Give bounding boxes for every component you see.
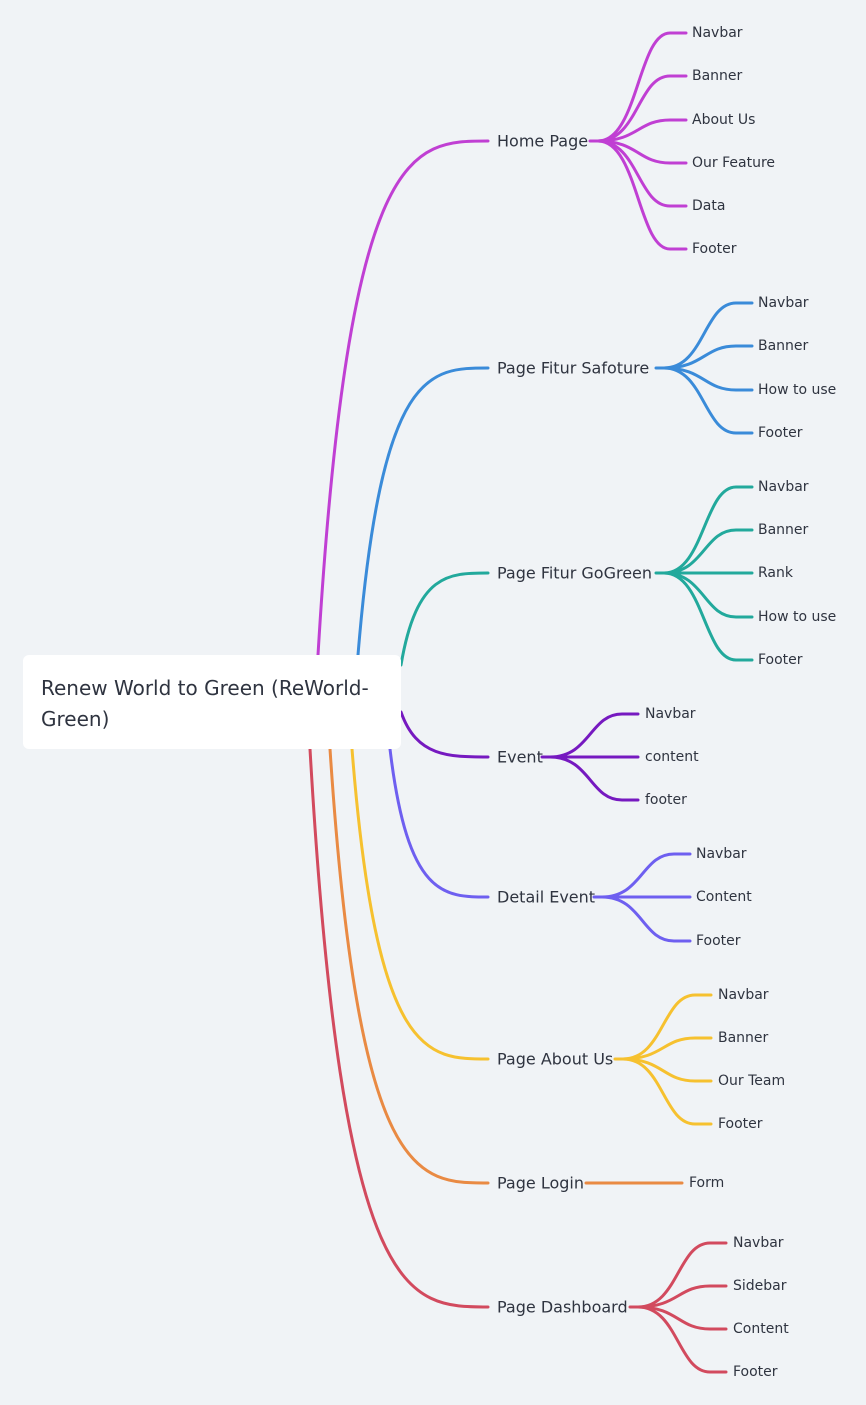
leaf-connector [621, 993, 713, 1061]
leaf-node-label[interactable]: Content [733, 1321, 789, 1337]
leaf-connector [621, 1057, 713, 1126]
leaf-connector [548, 712, 640, 759]
leaf-node-label[interactable]: Footer [696, 933, 741, 949]
leaf-connector [596, 74, 688, 143]
leaf-node-label[interactable]: Navbar [696, 846, 747, 862]
leaf-node-label[interactable]: Navbar [733, 1235, 784, 1251]
leaf-node-label[interactable]: Navbar [645, 706, 696, 722]
branch-connector [388, 747, 490, 899]
branch-node-label[interactable]: Page Fitur GoGreen [497, 564, 652, 583]
leaf-node-label[interactable]: Our Team [718, 1073, 785, 1089]
leaf-connector [548, 755, 640, 802]
leaf-node-label[interactable]: Our Feature [692, 155, 775, 171]
leaf-node-label[interactable]: Footer [758, 425, 803, 441]
leaf-connector [636, 1305, 728, 1374]
leaf-node-label[interactable]: Navbar [718, 987, 769, 1003]
leaf-connector [600, 895, 692, 943]
leaf-connector [596, 139, 688, 208]
leaf-connector [662, 528, 754, 575]
leaf-connector [600, 852, 692, 899]
leaf-node-label[interactable]: Banner [758, 338, 809, 354]
branch-node-label[interactable]: Detail Event [497, 888, 595, 907]
branch-node-label[interactable]: Page Dashboard [497, 1298, 628, 1317]
leaf-node-label[interactable]: Data [692, 198, 725, 214]
node-labels: Home Page Navbar Banner About Us Our Feature… [497, 25, 836, 1380]
leaf-node-label[interactable]: footer [645, 792, 687, 808]
root-node[interactable]: Renew World to Green (ReWorld-Green) [23, 655, 401, 749]
leaf-node-label[interactable]: Form [689, 1175, 724, 1191]
branch-connector [328, 747, 490, 1185]
leaf-node-label[interactable]: Sidebar [733, 1278, 787, 1294]
leaf-node-label[interactable]: Footer [733, 1364, 778, 1380]
leaf-node-label[interactable]: Navbar [758, 479, 809, 495]
branch-connector [399, 571, 490, 667]
leaf-connector [636, 1241, 728, 1309]
leaf-node-label[interactable]: Footer [718, 1116, 763, 1132]
leaf-connector [596, 139, 688, 251]
branch-node-label[interactable]: Event [497, 748, 543, 767]
branch-node-label[interactable]: Page Login [497, 1174, 584, 1193]
leaf-node-label[interactable]: Rank [758, 565, 794, 581]
branch-node-label[interactable]: Home Page [497, 132, 588, 151]
leaf-connector [662, 301, 754, 370]
leaf-node-label[interactable]: Content [696, 889, 752, 905]
leaf-connector [662, 366, 754, 435]
leaf-node-label[interactable]: Banner [718, 1030, 769, 1046]
leaf-node-label[interactable]: Navbar [758, 295, 809, 311]
leaf-node-label[interactable]: content [645, 749, 699, 765]
leaf-node-label[interactable]: How to use [758, 609, 836, 625]
leaf-connector [596, 31, 688, 143]
leaf-node-label[interactable]: Footer [692, 241, 737, 257]
branch-node-label[interactable]: Page About Us [497, 1050, 613, 1069]
leaf-node-label[interactable]: Navbar [692, 25, 743, 41]
leaf-node-label[interactable]: Banner [758, 522, 809, 538]
branch-connector [356, 366, 490, 657]
leaf-connector [662, 571, 754, 619]
branch-node-label[interactable]: Page Fitur Safoture [497, 359, 649, 378]
branch-connector [399, 710, 490, 759]
branch-connector [316, 139, 490, 657]
leaf-node-label[interactable]: How to use [758, 382, 836, 398]
leaf-node-label[interactable]: Banner [692, 68, 743, 84]
leaf-node-label[interactable]: About Us [692, 112, 755, 128]
root-label: Renew World to Green (ReWorld-Green) [41, 676, 369, 731]
leaf-node-label[interactable]: Footer [758, 652, 803, 668]
branch-connector [350, 747, 490, 1061]
